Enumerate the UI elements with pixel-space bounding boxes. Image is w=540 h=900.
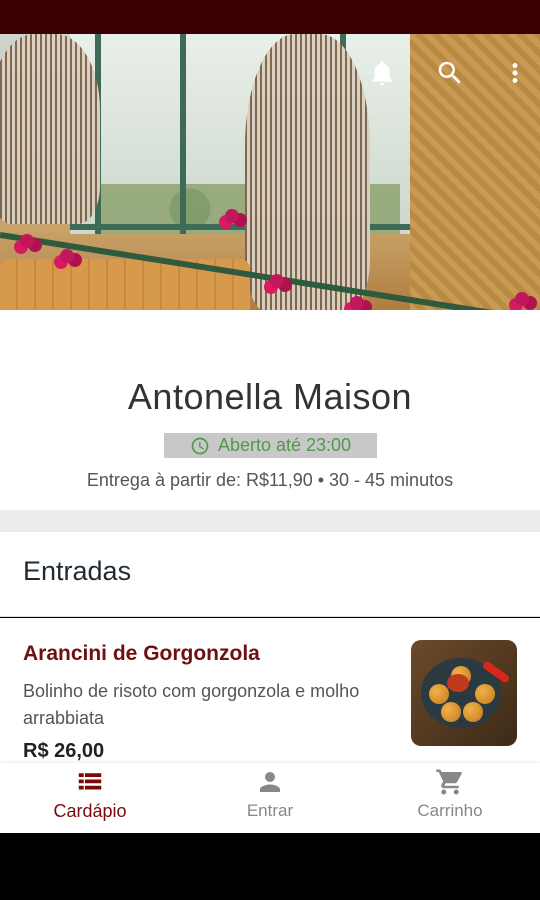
clock-icon <box>191 437 209 454</box>
section-header: Entradas <box>0 532 540 617</box>
menu-list-icon <box>78 773 102 790</box>
nav-label-menu: Cardápio <box>53 801 127 821</box>
menu-item-price: R$ 26,00 <box>23 740 105 762</box>
status-bar <box>0 0 540 34</box>
nav-item-menu[interactable]: Cardápio <box>0 763 180 833</box>
nav-item-cart[interactable]: Carrinho <box>360 763 540 833</box>
bottom-navigation: Cardápio Entrar Carrinho <box>0 763 540 833</box>
cart-icon <box>436 769 462 795</box>
delivery-info: Entrega à partir de: R$11,90 • 30 - 45 m… <box>86 470 454 490</box>
nav-label-login: Entrar <box>246 801 294 820</box>
restaurant-name: Antonella Maison <box>127 376 413 417</box>
menu-item[interactable]: Arancini de Gorgonzola Bolinho de risoto… <box>0 618 540 763</box>
bell-icon[interactable] <box>367 58 397 88</box>
system-navigation-bar <box>0 833 540 900</box>
open-status-text: Aberto até 23:00 <box>217 435 352 455</box>
more-vert-icon[interactable] <box>500 58 520 88</box>
section-title: Entradas <box>23 556 132 586</box>
section-divider <box>0 510 540 532</box>
search-icon[interactable] <box>435 58 465 88</box>
restaurant-info: Antonella Maison Aberto até 23:00 Entreg… <box>0 310 540 510</box>
menu-item-description: Bolinho de risoto com gorgonzola e molho… <box>23 681 360 728</box>
person-icon <box>260 772 280 792</box>
menu-item-name: Arancini de Gorgonzola <box>23 642 260 665</box>
nav-item-login[interactable]: Entrar <box>180 763 360 833</box>
nav-label-cart: Carrinho <box>417 801 483 820</box>
menu-item-photo <box>411 640 517 746</box>
open-status-badge: Aberto até 23:00 <box>164 433 377 458</box>
